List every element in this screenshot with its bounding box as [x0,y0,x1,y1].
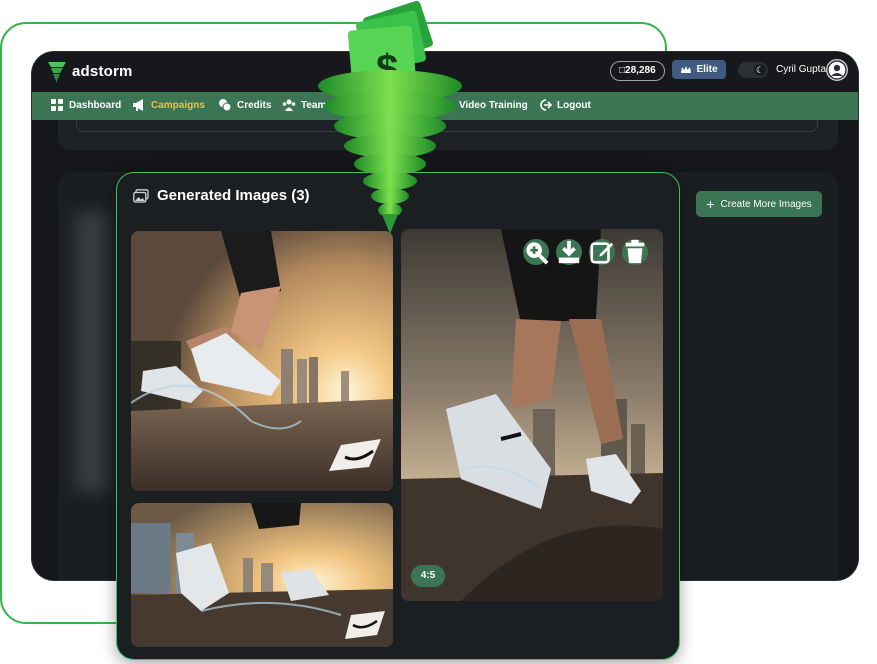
aspect-ratio-badge: 4:5 [411,565,445,587]
nav-label-campaigns: Campaigns [151,99,205,111]
plan-label: Elite [696,64,718,75]
zoom-button[interactable] [523,239,549,265]
delete-button[interactable] [622,239,648,265]
dashboard-icon [51,99,63,111]
nav-item-logout[interactable]: Logout [538,98,591,112]
nav-label-credits: Credits [237,99,272,111]
download-button[interactable] [556,239,582,265]
nav-item-credits[interactable]: Credits [218,98,271,112]
logo-icon [48,62,66,83]
avatar[interactable] [826,59,848,81]
plan-badge[interactable]: Elite [672,60,726,79]
team-icon [282,99,296,111]
generated-image-1[interactable] [131,231,393,491]
crown-icon [681,65,692,73]
theme-toggle[interactable]: ☾ [738,62,768,78]
generated-image-2[interactable] [401,229,663,601]
create-more-images-label: Create More Images [720,198,812,210]
nav-item-dashboard[interactable]: Dashboard [50,98,121,112]
logout-icon [540,99,552,111]
gallery-icon [133,188,149,203]
generated-image-3[interactable] [131,503,393,647]
runner-image-2 [401,229,663,601]
plus-icon: + [706,196,715,212]
user-name[interactable]: Cyril Gupta [776,64,826,75]
coins-icon [219,99,232,112]
nav-item-campaigns[interactable]: Campaigns [132,98,205,112]
nav-label-dashboard: Dashboard [69,99,122,111]
zoom-icon [526,242,549,265]
logo[interactable]: adstorm [46,59,133,83]
money-tornado-icon: $ [318,0,462,234]
runner-image-1 [131,231,393,491]
credit-balance[interactable]: □28,286 [610,61,665,81]
nav-label-logout: Logout [557,99,591,111]
blurred-background [66,212,116,492]
runner-image-3 [131,503,393,647]
edit-icon [590,242,614,264]
generated-images-card: Generated Images (3) 4:5 [116,172,680,660]
create-more-images-button[interactable]: + Create More Images [696,191,822,217]
generated-images-header: Generated Images (3) [133,187,310,204]
megaphone-icon [133,99,143,111]
download-icon [558,240,580,264]
user-icon [827,60,847,80]
edit-button[interactable] [589,239,615,265]
generated-images-title: Generated Images (3) [157,187,310,204]
brand-name: adstorm [72,62,133,80]
moon-icon: ☾ [754,64,766,76]
delete-icon [625,239,645,264]
